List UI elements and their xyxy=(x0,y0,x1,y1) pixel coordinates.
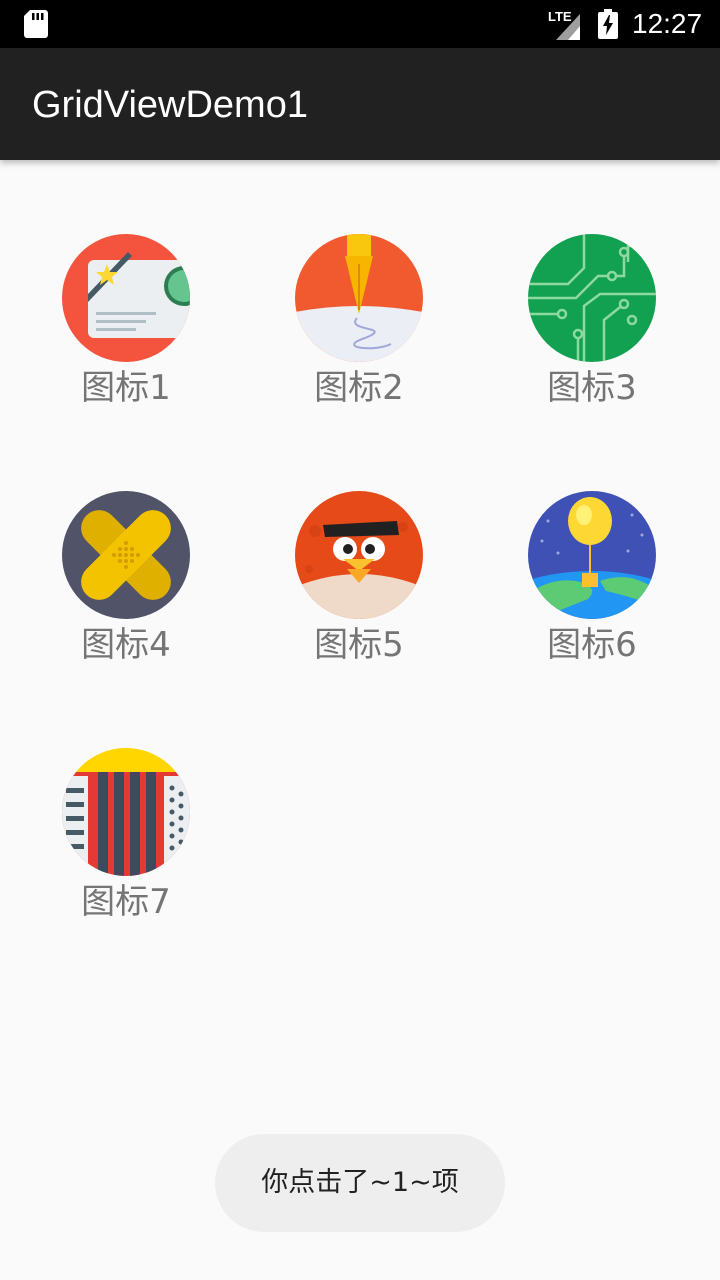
grid-item-5[interactable]: 图标5 xyxy=(259,491,459,681)
grid-item-label: 图标2 xyxy=(314,368,404,408)
toast: 你点击了~1~项 xyxy=(215,1134,505,1232)
bandage-icon xyxy=(62,491,190,619)
grid-item-4[interactable]: 图标4 xyxy=(26,491,226,681)
grid-item-label: 图标3 xyxy=(547,368,637,408)
grid-item-7[interactable]: 图标7 xyxy=(26,748,226,938)
battery-charging-icon xyxy=(598,9,618,39)
angry-bird-icon xyxy=(295,491,423,619)
toast-message: 你点击了~1~项 xyxy=(261,1167,459,1198)
grid-item-1[interactable]: 图标1 xyxy=(26,234,226,424)
sd-card-icon xyxy=(24,10,48,38)
grid-item-label: 图标7 xyxy=(81,882,171,922)
signal-icon: LTE xyxy=(548,9,580,40)
id-card-icon xyxy=(62,234,190,362)
status-clock: 12:27 xyxy=(632,8,703,39)
app-title: GridViewDemo1 xyxy=(32,84,308,126)
status-bar: LTE 12:27 xyxy=(0,0,720,48)
circuit-board-icon xyxy=(528,234,656,362)
grid-item-2[interactable]: 图标2 xyxy=(259,234,459,424)
accordion-icon xyxy=(62,748,190,876)
grid-item-6[interactable]: 图标6 xyxy=(492,491,692,681)
grid-item-3[interactable]: 图标3 xyxy=(492,234,692,424)
balloon-earth-icon xyxy=(528,491,656,619)
fountain-pen-icon xyxy=(295,234,423,362)
grid-item-label: 图标1 xyxy=(81,368,171,408)
grid-item-label: 图标5 xyxy=(314,625,404,665)
network-type-label: LTE xyxy=(548,9,572,24)
grid-item-label: 图标6 xyxy=(547,625,637,665)
grid-item-label: 图标4 xyxy=(81,625,171,665)
app-bar: GridViewDemo1 xyxy=(0,48,720,160)
